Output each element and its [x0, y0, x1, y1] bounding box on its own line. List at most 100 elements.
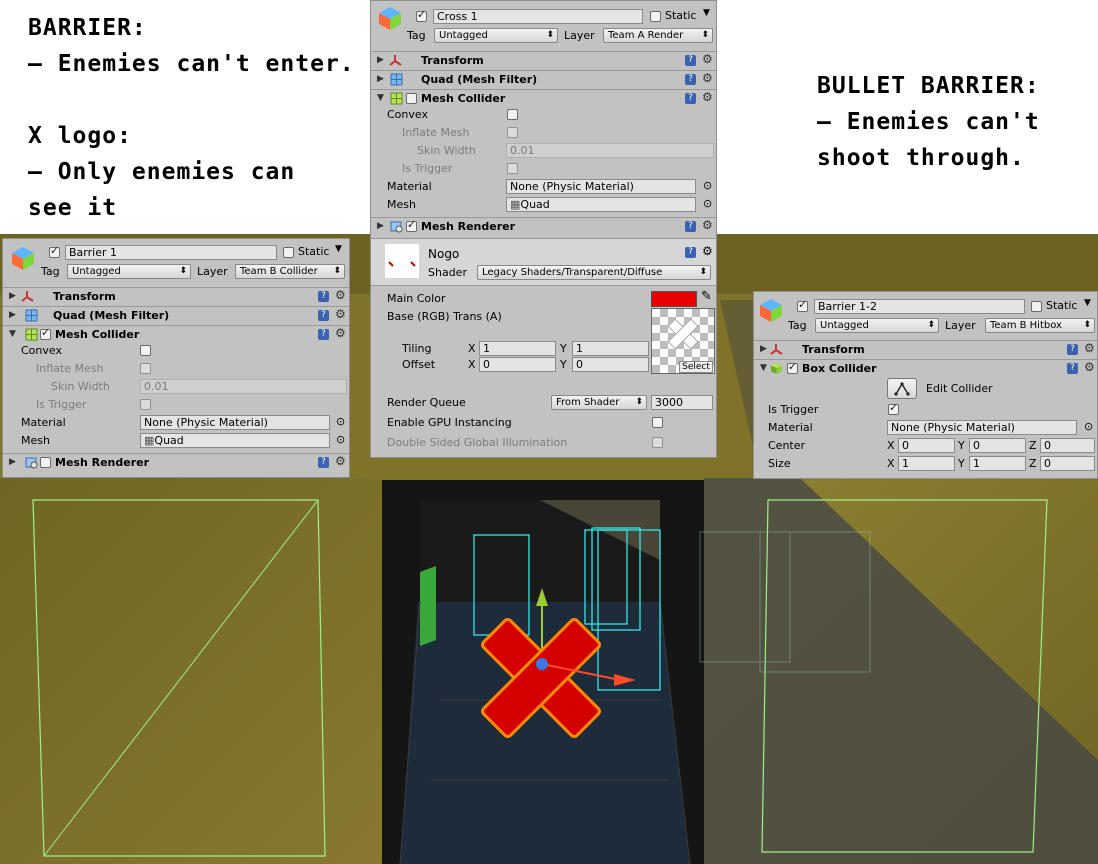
object-picker-icon[interactable]: ⊙: [703, 197, 712, 210]
texture-slot[interactable]: Select: [651, 308, 715, 374]
help-icon[interactable]: ?: [318, 457, 329, 468]
component-enabled-checkbox[interactable]: [406, 93, 417, 104]
fold-arrow-icon[interactable]: ▼: [377, 93, 384, 103]
object-name-field[interactable]: Barrier 1-2: [814, 299, 1025, 314]
is-trigger-checkbox[interactable]: [888, 401, 899, 415]
gear-icon[interactable]: ⚙: [702, 244, 713, 258]
object-picker-icon[interactable]: ⊙: [703, 179, 712, 192]
component-enabled-checkbox[interactable]: [40, 326, 51, 340]
component-mesh-collider[interactable]: ▼ Mesh Collider ? ⚙: [3, 325, 349, 343]
edit-collider-button[interactable]: [887, 378, 917, 399]
fold-arrow-icon[interactable]: ▶: [377, 74, 384, 84]
size-y-field[interactable]: 1: [969, 456, 1026, 471]
gear-icon[interactable]: ⚙: [702, 90, 713, 104]
tag-dropdown[interactable]: Untagged: [815, 318, 939, 333]
eyedropper-icon[interactable]: ✎: [701, 289, 712, 304]
tiling-x-field[interactable]: 1: [479, 341, 556, 356]
material-field[interactable]: None (Physic Material): [506, 179, 696, 194]
gear-icon[interactable]: ⚙: [1084, 341, 1095, 355]
help-icon[interactable]: ?: [685, 247, 696, 258]
static-checkbox[interactable]: [650, 11, 661, 22]
size-x-field[interactable]: 1: [898, 456, 955, 471]
static-dropdown-arrow[interactable]: ▼: [703, 8, 710, 18]
gpu-instancing-checkbox[interactable]: [652, 417, 663, 428]
texture-select-button[interactable]: Select: [679, 361, 713, 373]
component-enabled-checkbox[interactable]: [40, 457, 51, 468]
component-title: Quad (Mesh Filter): [53, 309, 170, 322]
layer-dropdown[interactable]: Team B Hitbox: [985, 318, 1095, 333]
gear-icon[interactable]: ⚙: [702, 218, 713, 232]
object-picker-icon[interactable]: ⊙: [336, 415, 345, 428]
tag-dropdown[interactable]: Untagged: [67, 264, 191, 279]
component-mesh-renderer[interactable]: ▶ Mesh Renderer ? ⚙: [371, 217, 716, 235]
static-checkbox[interactable]: [1031, 301, 1042, 312]
size-z-field[interactable]: 0: [1040, 456, 1095, 471]
layer-dropdown[interactable]: Team B Collider: [235, 264, 345, 279]
render-queue-dropdown[interactable]: From Shader: [551, 395, 647, 410]
object-name-field[interactable]: Cross 1: [433, 9, 643, 24]
object-name-field[interactable]: Barrier 1: [65, 245, 277, 260]
shader-dropdown[interactable]: Legacy Shaders/Transparent/Diffuse: [477, 265, 711, 280]
fold-arrow-icon[interactable]: ▶: [760, 344, 767, 354]
help-icon[interactable]: ?: [318, 310, 329, 321]
fold-arrow-icon[interactable]: ▶: [377, 221, 384, 231]
mesh-label: Mesh: [387, 198, 416, 211]
fold-arrow-icon[interactable]: ▼: [9, 329, 16, 339]
active-checkbox[interactable]: [49, 244, 60, 258]
help-icon[interactable]: ?: [685, 221, 696, 232]
gear-icon[interactable]: ⚙: [1084, 360, 1095, 374]
help-icon[interactable]: ?: [685, 74, 696, 85]
main-color-swatch[interactable]: [651, 291, 697, 307]
fold-arrow-icon[interactable]: ▶: [377, 55, 384, 65]
render-queue-field[interactable]: 3000: [651, 395, 713, 410]
fold-arrow-icon[interactable]: ▶: [9, 310, 16, 320]
static-checkbox[interactable]: [283, 247, 294, 258]
material-field[interactable]: None (Physic Material): [140, 415, 330, 430]
component-transform[interactable]: ▶ Transform ? ⚙: [3, 287, 349, 305]
component-transform[interactable]: ▶ Transform ? ⚙: [371, 51, 716, 69]
center-x-field[interactable]: 0: [898, 438, 955, 453]
component-enabled-checkbox[interactable]: [787, 360, 798, 374]
component-mesh-filter[interactable]: ▶ Quad (Mesh Filter) ? ⚙: [3, 306, 349, 324]
gizmo-center[interactable]: [536, 658, 548, 670]
tag-dropdown[interactable]: Untagged: [434, 28, 558, 43]
help-icon[interactable]: ?: [685, 93, 696, 104]
convex-checkbox[interactable]: [140, 345, 151, 356]
static-dropdown-arrow[interactable]: ▼: [335, 244, 342, 254]
gear-icon[interactable]: ⚙: [702, 71, 713, 85]
help-icon[interactable]: ?: [685, 55, 696, 66]
fold-arrow-icon[interactable]: ▼: [760, 363, 767, 373]
help-icon[interactable]: ?: [1067, 344, 1078, 355]
active-checkbox[interactable]: [797, 298, 808, 312]
active-checkbox[interactable]: [416, 8, 427, 22]
mesh-field[interactable]: ▦Quad: [140, 433, 330, 448]
fold-arrow-icon[interactable]: ▶: [9, 457, 16, 467]
help-icon[interactable]: ?: [318, 291, 329, 302]
offset-x-field[interactable]: 0: [479, 357, 556, 372]
static-dropdown-arrow[interactable]: ▼: [1084, 298, 1091, 308]
object-picker-icon[interactable]: ⊙: [336, 433, 345, 446]
component-box-collider[interactable]: ▼ Box Collider ? ⚙: [754, 359, 1097, 377]
mesh-field[interactable]: ▦Quad: [506, 197, 696, 212]
component-enabled-checkbox[interactable]: [406, 218, 417, 232]
object-picker-icon[interactable]: ⊙: [1084, 420, 1093, 433]
gear-icon[interactable]: ⚙: [335, 307, 346, 321]
gear-icon[interactable]: ⚙: [702, 52, 713, 66]
component-mesh-collider[interactable]: ▼ Mesh Collider ? ⚙: [371, 89, 716, 107]
layer-dropdown[interactable]: Team A Render: [603, 28, 713, 43]
gear-icon[interactable]: ⚙: [335, 326, 346, 340]
convex-checkbox[interactable]: [507, 109, 518, 120]
component-mesh-filter[interactable]: ▶ Quad (Mesh Filter) ? ⚙: [371, 70, 716, 88]
gear-icon[interactable]: ⚙: [335, 454, 346, 468]
help-icon[interactable]: ?: [318, 329, 329, 340]
center-y-field[interactable]: 0: [969, 438, 1026, 453]
center-z-field[interactable]: 0: [1040, 438, 1095, 453]
tiling-y-field[interactable]: 1: [572, 341, 649, 356]
offset-y-field[interactable]: 0: [572, 357, 649, 372]
gear-icon[interactable]: ⚙: [335, 288, 346, 302]
help-icon[interactable]: ?: [1067, 363, 1078, 374]
material-field[interactable]: None (Physic Material): [887, 420, 1077, 435]
component-mesh-renderer[interactable]: ▶ Mesh Renderer ? ⚙: [3, 453, 349, 471]
fold-arrow-icon[interactable]: ▶: [9, 291, 16, 301]
component-transform[interactable]: ▶ Transform ? ⚙: [754, 340, 1097, 358]
